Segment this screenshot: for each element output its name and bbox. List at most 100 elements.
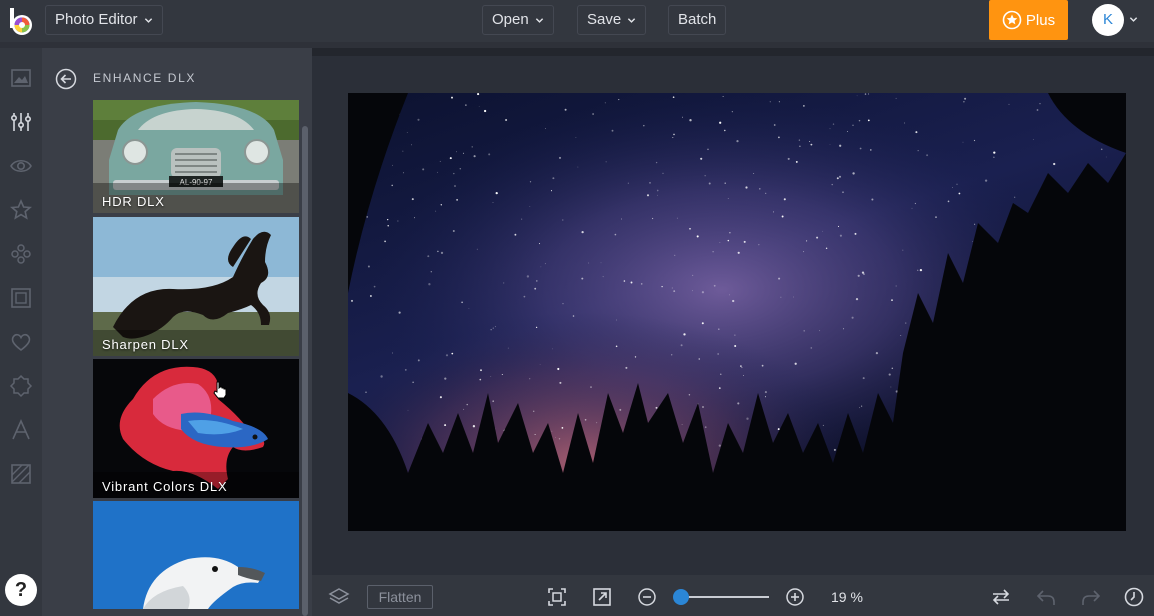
text-icon[interactable] bbox=[9, 418, 33, 442]
adjust-sliders-icon[interactable] bbox=[9, 110, 33, 134]
layers-icon[interactable] bbox=[328, 586, 350, 608]
star-dot bbox=[836, 177, 839, 180]
star-dot bbox=[829, 143, 831, 145]
star-dot bbox=[704, 175, 706, 177]
filter-thumbnail-sharpen[interactable]: Sharpen DLX bbox=[93, 217, 299, 356]
star-dot bbox=[742, 374, 744, 376]
star-dot bbox=[616, 319, 617, 321]
redo-icon[interactable] bbox=[1080, 586, 1102, 608]
star-dot bbox=[562, 303, 564, 305]
star-dot bbox=[521, 218, 523, 220]
help-button[interactable]: ? bbox=[5, 574, 37, 606]
star-dot bbox=[494, 326, 496, 328]
heart-icon[interactable] bbox=[9, 330, 33, 354]
star-dot bbox=[895, 97, 897, 99]
star-dot bbox=[662, 172, 664, 175]
star-dot bbox=[810, 143, 813, 146]
star-dot bbox=[534, 433, 536, 436]
star-dot bbox=[584, 418, 587, 421]
star-dot bbox=[764, 391, 767, 394]
star-dot bbox=[501, 373, 503, 376]
zoom-in-icon[interactable] bbox=[784, 586, 806, 608]
star-dot bbox=[428, 283, 431, 286]
star-dot bbox=[904, 122, 906, 124]
star-dot bbox=[473, 155, 476, 158]
star-dot bbox=[656, 189, 659, 192]
star-dot bbox=[417, 118, 420, 121]
star-dot bbox=[380, 375, 383, 378]
plus-upgrade-button[interactable]: Plus bbox=[989, 0, 1068, 40]
star-dot bbox=[765, 192, 767, 195]
star-dot bbox=[900, 335, 902, 336]
save-menu-button[interactable]: Save bbox=[577, 5, 647, 35]
zoom-slider-knob[interactable] bbox=[673, 589, 689, 605]
back-arrow-icon[interactable] bbox=[55, 68, 77, 90]
star-dot bbox=[1014, 196, 1016, 198]
app-menu-dropdown[interactable]: Photo Editor bbox=[45, 5, 163, 35]
star-icon[interactable] bbox=[9, 198, 33, 222]
star-dot bbox=[615, 345, 618, 348]
star-dot bbox=[373, 285, 376, 288]
star-dot bbox=[614, 233, 617, 236]
star-dot bbox=[472, 425, 476, 428]
image-icon[interactable] bbox=[9, 66, 33, 90]
star-dot bbox=[526, 275, 530, 278]
star-dot bbox=[619, 408, 622, 411]
star-dot bbox=[602, 276, 604, 278]
eye-icon[interactable] bbox=[9, 154, 33, 178]
texture-icon[interactable] bbox=[9, 462, 33, 486]
star-dot bbox=[407, 409, 409, 411]
star-dot bbox=[689, 228, 691, 230]
star-dot bbox=[1008, 103, 1010, 105]
star-dot bbox=[806, 240, 808, 242]
canvas-photo-starry-sky[interactable] bbox=[348, 93, 1126, 531]
compare-swap-icon[interactable] bbox=[990, 586, 1012, 608]
filter-thumbnail-next[interactable] bbox=[93, 501, 299, 609]
filter-thumbnail-vibrant-colors[interactable]: Vibrant Colors DLX bbox=[93, 359, 299, 498]
chevron-down-icon[interactable] bbox=[1129, 15, 1138, 24]
star-dot bbox=[799, 145, 801, 148]
star-dot bbox=[552, 177, 555, 180]
star-dot bbox=[855, 297, 859, 301]
star-dot bbox=[717, 353, 719, 355]
undo-icon[interactable] bbox=[1035, 586, 1057, 608]
actual-size-icon[interactable] bbox=[591, 586, 613, 608]
star-dot bbox=[964, 97, 967, 100]
star-dot bbox=[861, 405, 863, 407]
star-dot bbox=[453, 172, 455, 175]
zoom-slider-track[interactable] bbox=[681, 596, 769, 598]
star-dot bbox=[440, 204, 442, 206]
star-dot bbox=[822, 424, 824, 426]
star-dot bbox=[503, 282, 505, 284]
star-dot bbox=[863, 273, 865, 275]
star-dot bbox=[683, 333, 686, 336]
star-dot bbox=[411, 198, 414, 201]
star-dot bbox=[367, 265, 370, 268]
star-dot bbox=[810, 347, 813, 349]
user-avatar[interactable]: K bbox=[1092, 4, 1124, 36]
star-dot bbox=[435, 210, 437, 212]
zoom-out-icon[interactable] bbox=[636, 586, 658, 608]
star-dot bbox=[792, 296, 794, 298]
star-dot bbox=[507, 347, 509, 349]
badge-icon[interactable] bbox=[9, 374, 33, 398]
star-dot bbox=[682, 116, 683, 118]
history-clock-icon[interactable] bbox=[1123, 586, 1145, 608]
star-dot bbox=[729, 294, 730, 296]
star-dot bbox=[719, 121, 722, 124]
star-dot bbox=[463, 408, 465, 410]
open-menu-button[interactable]: Open bbox=[482, 5, 554, 35]
batch-button[interactable]: Batch bbox=[668, 5, 727, 35]
panel-scrollbar-thumb[interactable] bbox=[302, 126, 308, 616]
star-dot bbox=[993, 156, 995, 158]
fit-to-screen-icon[interactable] bbox=[546, 586, 568, 608]
app-logo[interactable] bbox=[8, 6, 34, 36]
overlay-dots-icon[interactable] bbox=[9, 242, 33, 266]
star-dot bbox=[558, 438, 561, 440]
flatten-button[interactable]: Flatten bbox=[367, 585, 433, 609]
frame-icon[interactable] bbox=[9, 286, 33, 310]
star-dot bbox=[778, 101, 780, 103]
star-dot bbox=[465, 104, 467, 106]
star-dot bbox=[495, 191, 498, 195]
filter-thumbnail-hdr[interactable]: AL-90-97 HDR DLX bbox=[93, 100, 299, 213]
